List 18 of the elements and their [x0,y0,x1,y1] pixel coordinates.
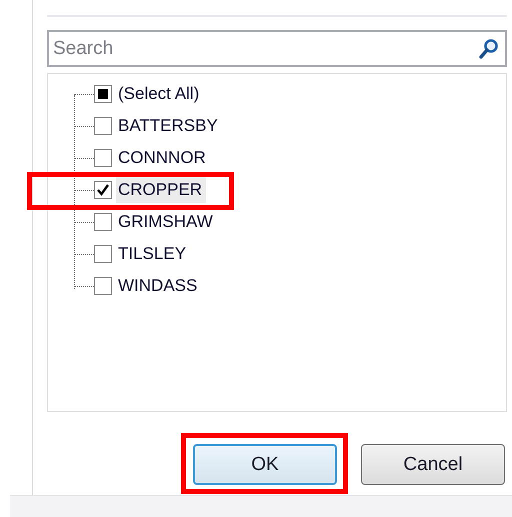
dialog-button[interactable]: OK [193,444,337,485]
checkbox[interactable] [94,149,112,167]
checkbox[interactable] [94,85,112,103]
list-item[interactable]: CROPPER [116,177,206,203]
checkbox[interactable] [94,181,112,199]
checkbox[interactable] [94,213,112,231]
list-item[interactable]: TILSLEY [116,241,190,267]
checkbox[interactable] [94,245,112,263]
list-item[interactable]: GRIMSHAW [116,209,217,235]
search-field[interactable]: Search [47,30,507,67]
checkbox[interactable] [94,117,112,135]
search-icon [479,38,499,60]
list-item[interactable]: WINDASS [116,273,202,299]
dialog-button[interactable]: Cancel [361,444,505,485]
checkbox[interactable] [94,277,112,295]
list-item[interactable]: BATTERSBY [116,113,222,139]
list-item[interactable]: CONNNOR [116,145,210,171]
list-item[interactable]: (Select All) [116,81,204,107]
